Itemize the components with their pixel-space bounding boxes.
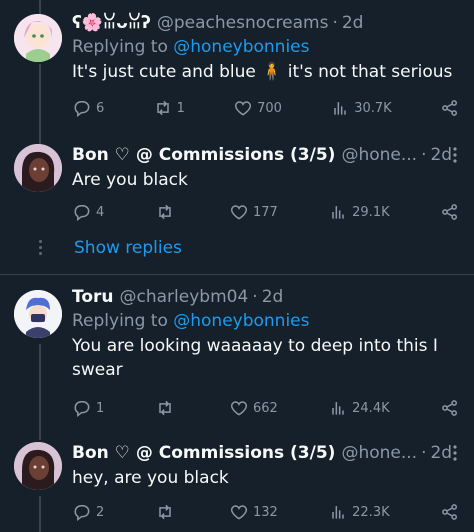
views-button[interactable]: 29.1K xyxy=(328,202,390,222)
retweet-button[interactable] xyxy=(155,398,179,418)
timestamp[interactable]: 2d xyxy=(342,12,364,34)
separator-dot: · xyxy=(332,13,338,33)
views-icon xyxy=(332,402,344,415)
retweet-icon xyxy=(156,100,169,116)
like-button[interactable]: 132 xyxy=(229,502,278,522)
reply-count: 2 xyxy=(96,504,105,520)
like-count: 132 xyxy=(252,504,278,520)
share-icon xyxy=(442,504,457,520)
separator-dot: · xyxy=(421,443,427,463)
show-replies-link[interactable]: Show replies xyxy=(74,238,182,258)
separator-dot: · xyxy=(252,287,258,307)
username[interactable]: @hone... xyxy=(341,442,417,464)
views-icon xyxy=(332,206,344,219)
tweet-text: It's just cute and blue 🧍 it's not that … xyxy=(72,62,453,82)
retweet-icon xyxy=(158,204,171,220)
tweet-actions: 2 132 22.3K xyxy=(72,502,460,522)
retweet-icon xyxy=(158,400,171,416)
reply-count: 6 xyxy=(96,100,105,116)
like-button[interactable]: 700 xyxy=(233,98,282,118)
views-count: 30.7K xyxy=(354,100,392,116)
retweet-button[interactable] xyxy=(155,502,179,522)
share-icon xyxy=(442,100,457,116)
separator-dot: · xyxy=(421,145,427,165)
retweet-button[interactable]: 1 xyxy=(153,98,185,118)
tweet-text: hey, are you black xyxy=(72,468,229,488)
reply-button[interactable]: 2 xyxy=(72,502,104,522)
replying-to-link[interactable]: @honeybonnies xyxy=(173,37,309,57)
reply-icon xyxy=(74,205,90,222)
retweet-button[interactable] xyxy=(155,202,179,222)
share-button[interactable] xyxy=(440,202,460,222)
tweet-actions: 6 1 700 30.7K xyxy=(72,98,460,118)
reply-button[interactable]: 4 xyxy=(72,202,104,222)
views-icon xyxy=(332,506,344,519)
tweet-actions: 1 662 24.4K xyxy=(72,398,460,418)
display-name[interactable]: Toru xyxy=(72,286,114,308)
timestamp[interactable]: 2d xyxy=(262,286,284,308)
retweet-icon xyxy=(158,504,171,520)
divider xyxy=(0,274,474,275)
views-count: 24.4K xyxy=(352,400,390,416)
avatar[interactable] xyxy=(14,144,62,192)
tweet-text: Are you black xyxy=(72,170,188,190)
like-button[interactable]: 662 xyxy=(229,398,278,418)
like-count: 177 xyxy=(252,204,278,220)
reply-count: 1 xyxy=(96,400,105,416)
like-icon xyxy=(230,205,248,220)
tweet-actions: 4 177 29.1K xyxy=(72,202,460,222)
share-button[interactable] xyxy=(440,398,460,418)
replying-to-label: Replying to xyxy=(72,311,168,331)
replying-to: Replying to @honeybonnies xyxy=(72,36,460,58)
share-button[interactable] xyxy=(440,98,460,118)
replying-to-link[interactable]: @honeybonnies xyxy=(173,311,309,331)
replying-to: Replying to @honeybonnies xyxy=(72,310,460,332)
reply-button[interactable]: 6 xyxy=(72,98,104,118)
avatar[interactable] xyxy=(14,442,62,490)
like-button[interactable]: 177 xyxy=(229,202,278,222)
share-icon xyxy=(442,204,457,220)
avatar[interactable] xyxy=(14,14,62,62)
reply-icon xyxy=(74,401,90,418)
views-count: 22.3K xyxy=(352,504,390,520)
views-button[interactable]: 24.4K xyxy=(328,398,390,418)
thread-line xyxy=(39,344,41,440)
like-count: 700 xyxy=(257,100,282,116)
thread-dots xyxy=(36,240,44,258)
avatar[interactable] xyxy=(14,290,62,338)
reply-icon xyxy=(74,505,90,522)
views-count: 29.1K xyxy=(352,204,390,220)
retweet-count: 1 xyxy=(176,100,185,116)
like-icon xyxy=(235,101,252,116)
username[interactable]: @hone... xyxy=(341,144,417,166)
views-icon xyxy=(334,102,346,115)
views-button[interactable]: 22.3K xyxy=(328,502,390,522)
like-count: 662 xyxy=(252,400,278,416)
more-icon[interactable] xyxy=(446,146,464,164)
reply-icon xyxy=(74,101,90,118)
more-icon[interactable] xyxy=(446,444,464,462)
like-icon xyxy=(230,401,248,416)
tweet-text: You are looking waaaaay to deep into thi… xyxy=(72,336,438,380)
display-name[interactable]: Bon ♡ @ Commissions (3/5) xyxy=(72,144,335,166)
replying-to-label: Replying to xyxy=(72,37,168,57)
reply-button[interactable]: 1 xyxy=(72,398,104,418)
views-button[interactable]: 30.7K xyxy=(330,98,392,118)
thread-line xyxy=(39,64,41,144)
reply-count: 4 xyxy=(96,204,105,220)
like-icon xyxy=(230,505,248,520)
share-icon xyxy=(442,400,457,416)
display-name[interactable]: Bon ♡ @ Commissions (3/5) xyxy=(72,442,335,464)
username[interactable]: @charleybm04 xyxy=(120,286,249,308)
share-button[interactable] xyxy=(440,502,460,522)
thread-line xyxy=(39,496,41,532)
display-name[interactable]: ʕ🌸ꈍᴗꈍʔ xyxy=(72,12,151,34)
username[interactable]: @peachesnocreams xyxy=(157,12,329,34)
